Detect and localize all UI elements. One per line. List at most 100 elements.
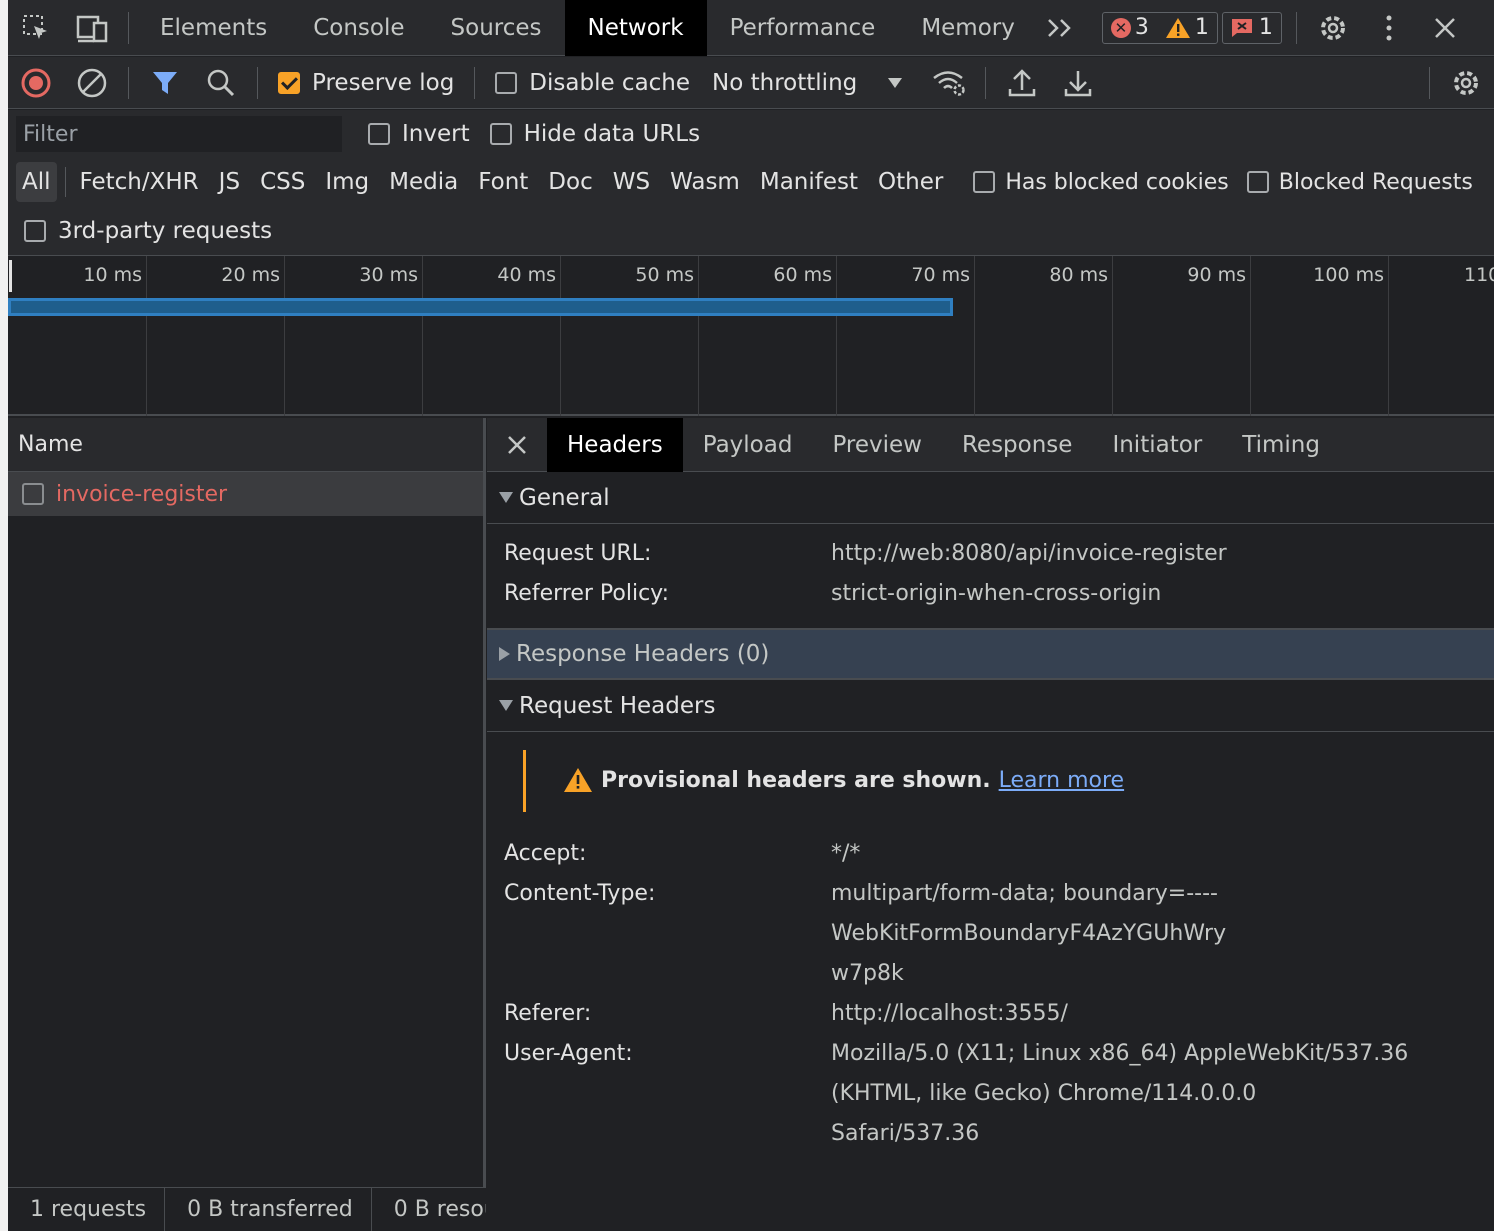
third-party-checkbox[interactable]: 3rd-party requests xyxy=(24,218,272,244)
preserve-log-checkbox[interactable]: Preserve log xyxy=(278,70,454,96)
error-warning-badges[interactable]: ✕ 3 1 xyxy=(1101,11,1218,44)
filter-input[interactable] xyxy=(16,116,342,152)
separator xyxy=(1429,66,1430,99)
preserve-log-check[interactable] xyxy=(278,71,300,94)
invert-label: Invert xyxy=(402,121,470,147)
status-bar: 1 requests 0 B transferred 0 B resources xyxy=(8,1187,486,1231)
request-header-row: User-Agent: Mozilla/5.0 (X11; Linux x86_… xyxy=(487,1034,1494,1154)
blocked-requests-check[interactable] xyxy=(1246,171,1269,193)
disable-cache-checkbox[interactable]: Disable cache xyxy=(495,70,690,96)
response-headers-title: Response Headers (0) xyxy=(516,641,770,667)
record-icon[interactable] xyxy=(8,57,64,109)
timeline-tick xyxy=(974,256,975,416)
header-value: Mozilla/5.0 (X11; Linux x86_64) AppleWeb… xyxy=(831,1041,1409,1146)
type-css[interactable]: CSS xyxy=(250,162,315,202)
timeline-tick xyxy=(1112,256,1113,416)
separator xyxy=(257,66,258,99)
general-row: Request URL: http://web:8080/api/invoice… xyxy=(487,534,1494,574)
separator xyxy=(128,11,129,44)
timeline-tick xyxy=(146,256,147,416)
blocked-requests-checkbox[interactable]: Blocked Requests xyxy=(1246,170,1473,195)
device-icon[interactable] xyxy=(64,0,120,56)
timeline-tick xyxy=(1250,256,1251,416)
type-manifest[interactable]: Manifest xyxy=(750,162,868,202)
devtools-window: Elements Console Sources Network Perform… xyxy=(8,0,1494,1231)
request-headers-section-header[interactable]: Request Headers xyxy=(487,680,1494,732)
request-row-check[interactable] xyxy=(22,483,44,505)
separator xyxy=(64,167,66,197)
type-img[interactable]: Img xyxy=(315,162,379,202)
tab-elements[interactable]: Elements xyxy=(137,0,290,56)
type-all[interactable]: All xyxy=(16,162,57,202)
general-section: Request URL: http://web:8080/api/invoice… xyxy=(487,524,1494,628)
network-settings-icon[interactable] xyxy=(1438,57,1494,109)
type-js[interactable]: JS xyxy=(209,162,250,202)
kebab-icon[interactable] xyxy=(1361,0,1417,56)
timeline-tick xyxy=(698,256,699,416)
tab-preview[interactable]: Preview xyxy=(812,418,942,472)
tab-performance[interactable]: Performance xyxy=(707,0,899,56)
tab-memory[interactable]: Memory xyxy=(898,0,1038,56)
issues-badge[interactable]: 1 xyxy=(1221,11,1282,44)
tab-response[interactable]: Response xyxy=(942,418,1092,472)
inspect-icon[interactable] xyxy=(8,0,64,56)
timeline-tick-label: 20 ms xyxy=(221,264,280,286)
tab-network[interactable]: Network xyxy=(564,0,707,56)
tab-payload[interactable]: Payload xyxy=(683,418,813,472)
error-count: 3 xyxy=(1134,15,1149,40)
type-other[interactable]: Other xyxy=(868,162,953,202)
status-requests: 1 requests xyxy=(8,1188,166,1231)
download-icon[interactable] xyxy=(1050,57,1106,109)
upload-icon[interactable] xyxy=(994,57,1050,109)
type-fetch-xhr[interactable]: Fetch/XHR xyxy=(70,162,209,202)
request-header-row: Accept: */* xyxy=(487,834,1494,874)
type-font[interactable]: Font xyxy=(468,162,538,202)
header-value: */* xyxy=(831,841,861,866)
type-wasm[interactable]: Wasm xyxy=(660,162,750,202)
response-headers-section-header[interactable]: Response Headers (0) xyxy=(487,628,1494,680)
name-column-label: Name xyxy=(18,432,83,457)
wifi-settings-icon[interactable] xyxy=(921,57,977,109)
request-detail-panel: Headers Payload Preview Response Initiat… xyxy=(487,417,1494,1231)
request-list-panel: Name invoice-register 1 requests 0 B tra… xyxy=(8,418,486,1231)
close-detail-icon[interactable] xyxy=(487,418,547,472)
clear-icon[interactable] xyxy=(64,57,120,109)
request-headers-title: Request Headers xyxy=(519,692,716,719)
filter-icon[interactable] xyxy=(137,57,193,109)
timeline-overview[interactable]: 10 ms 20 ms 30 ms 40 ms 50 ms 60 ms 70 ms 80 ms… xyxy=(8,256,1494,416)
tab-initiator[interactable]: Initiator xyxy=(1092,418,1222,472)
invert-checkbox[interactable]: Invert xyxy=(368,121,470,147)
tab-console[interactable]: Console xyxy=(290,0,427,56)
hide-data-urls-check[interactable] xyxy=(489,123,512,145)
timeline-tick-label: 40 ms xyxy=(497,264,556,286)
learn-more-link[interactable]: Learn more xyxy=(999,768,1124,793)
request-header-row: Referer: http://localhost:3555/ xyxy=(487,994,1494,1034)
tab-timing[interactable]: Timing xyxy=(1222,418,1340,472)
separator xyxy=(474,66,476,99)
close-icon[interactable] xyxy=(1417,0,1473,56)
type-media[interactable]: Media xyxy=(379,162,468,202)
has-blocked-cookies-check[interactable] xyxy=(973,171,996,193)
name-column-header[interactable]: Name xyxy=(8,418,483,472)
more-tabs-icon[interactable] xyxy=(1038,0,1082,56)
tab-sources[interactable]: Sources xyxy=(428,0,565,56)
search-icon[interactable] xyxy=(193,57,249,109)
tab-headers[interactable]: Headers xyxy=(547,417,683,472)
type-doc[interactable]: Doc xyxy=(538,162,602,202)
third-party-check[interactable] xyxy=(24,219,46,242)
chevron-down-icon xyxy=(888,77,903,88)
general-section-header[interactable]: General xyxy=(487,472,1494,524)
throttling-select[interactable]: No throttling xyxy=(712,70,903,96)
settings-icon[interactable] xyxy=(1305,0,1361,56)
invert-check[interactable] xyxy=(368,123,390,145)
timeline-tick-label: 100 ms xyxy=(1313,264,1384,286)
request-row[interactable]: invoice-register xyxy=(8,472,483,516)
has-blocked-cookies-checkbox[interactable]: Has blocked cookies xyxy=(973,169,1229,195)
timeline-tick xyxy=(422,256,423,416)
header-key: Request URL: xyxy=(504,541,652,566)
hide-data-urls-checkbox[interactable]: Hide data URLs xyxy=(489,121,700,147)
timeline-tick-label: 50 ms xyxy=(635,264,694,286)
has-blocked-cookies-label: Has blocked cookies xyxy=(1005,169,1229,195)
type-ws[interactable]: WS xyxy=(603,162,660,202)
disable-cache-check[interactable] xyxy=(495,71,518,94)
